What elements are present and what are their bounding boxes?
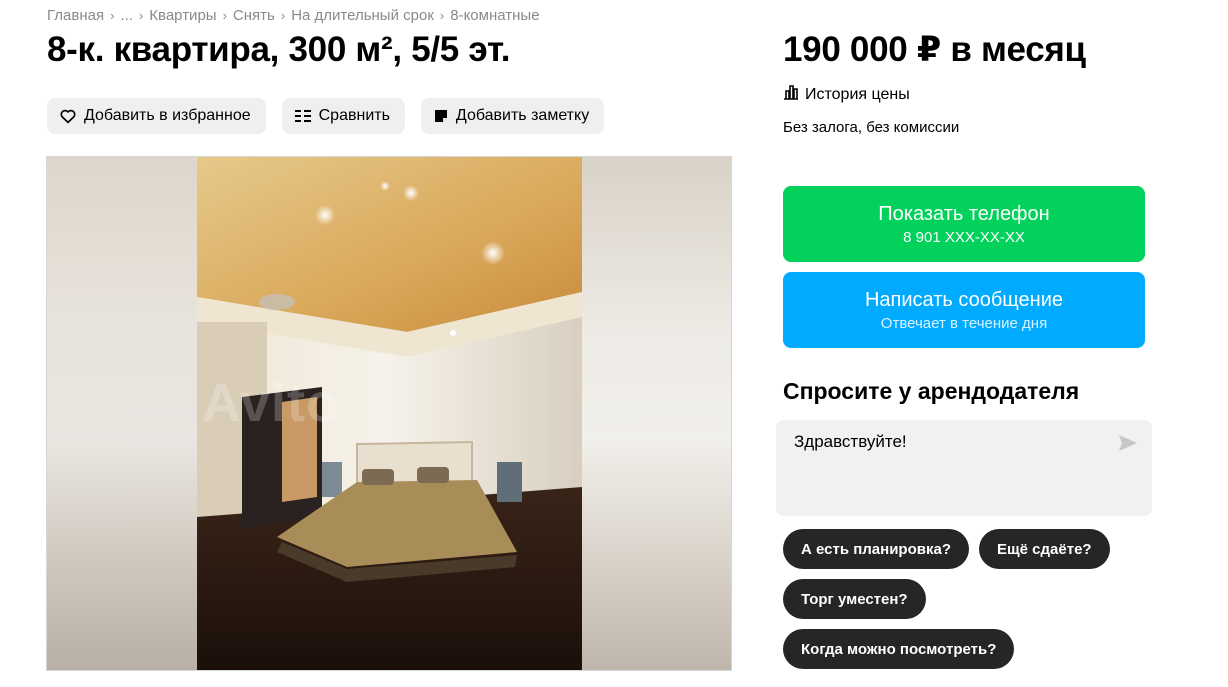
note-icon (433, 108, 449, 124)
add-note-label: Добавить заметку (455, 107, 590, 124)
ask-landlord-title: Спросите у арендодателя (783, 378, 1080, 404)
rental-terms: Без залога, без комиссии (783, 119, 960, 136)
quick-question-chip[interactable]: Ещё сдаёте? (979, 529, 1110, 569)
breadcrumb-8-rooms[interactable]: 8-комнатные (450, 7, 539, 24)
add-note-button[interactable]: Добавить заметку (420, 98, 605, 134)
chevron-right-icon: › (138, 8, 144, 23)
breadcrumb-long-term[interactable]: На длительный срок (291, 7, 434, 24)
show-phone-label: Показать телефон (878, 202, 1050, 225)
gallery-blur-left (47, 157, 197, 670)
compare-button[interactable]: Сравнить (281, 98, 405, 134)
breadcrumb-rent[interactable]: Снять (233, 7, 275, 24)
chevron-right-icon: › (439, 8, 445, 23)
write-message-button[interactable]: Написать сообщение Отвечает в течение дн… (783, 272, 1145, 348)
photo-gallery[interactable]: Avito (46, 156, 732, 671)
chevron-right-icon: › (280, 8, 286, 23)
avito-watermark: Avito (202, 373, 340, 433)
breadcrumb: Главная › ... › Квартиры › Снять › На дл… (47, 7, 540, 24)
gallery-blur-right (581, 157, 731, 670)
masked-phone-number: 8 901 XXX-XX-XX (903, 228, 1025, 246)
chevron-right-icon: › (222, 8, 227, 23)
listing-price: 190 000 ₽ в месяц (783, 30, 1086, 69)
add-to-favorites-button[interactable]: Добавить в избранное (47, 98, 266, 134)
breadcrumb-collapsed[interactable]: ... (120, 7, 133, 24)
compare-icon (294, 107, 312, 125)
write-message-label: Написать сообщение (864, 288, 1063, 311)
listing-actions: Добавить в избранное Сравнить Добавить з… (47, 98, 605, 134)
compare-label: Сравнить (318, 107, 390, 124)
chevron-right-icon: › (110, 8, 115, 23)
breadcrumb-apartments[interactable]: Квартиры (149, 7, 216, 24)
bar-chart-icon (783, 84, 799, 105)
show-phone-button[interactable]: Показать телефон 8 901 XXX-XX-XX (783, 186, 1145, 262)
heart-icon (59, 107, 77, 125)
response-time-note: Отвечает в течение дня (880, 314, 1048, 332)
quick-question-chip[interactable]: А есть планировка? (783, 529, 969, 569)
add-to-favorites-label: Добавить в избранное (84, 107, 251, 124)
breadcrumb-home[interactable]: Главная (47, 7, 104, 24)
send-icon[interactable] (1118, 434, 1138, 457)
quick-question-chip[interactable]: Когда можно посмотреть? (783, 629, 1015, 669)
ask-message-input[interactable]: Здравствуйте! (776, 420, 1152, 516)
page-title: 8-к. квартира, 300 м², 5/5 эт. (47, 30, 511, 69)
quick-question-chip[interactable]: Торг уместен? (783, 579, 926, 619)
price-history-link[interactable]: История цены (783, 84, 910, 105)
quick-questions: А есть планировка? Ещё сдаёте? Торг умес… (783, 529, 1143, 669)
ask-message-text: Здравствуйте! (794, 432, 907, 451)
price-history-label: История цены (805, 85, 910, 103)
